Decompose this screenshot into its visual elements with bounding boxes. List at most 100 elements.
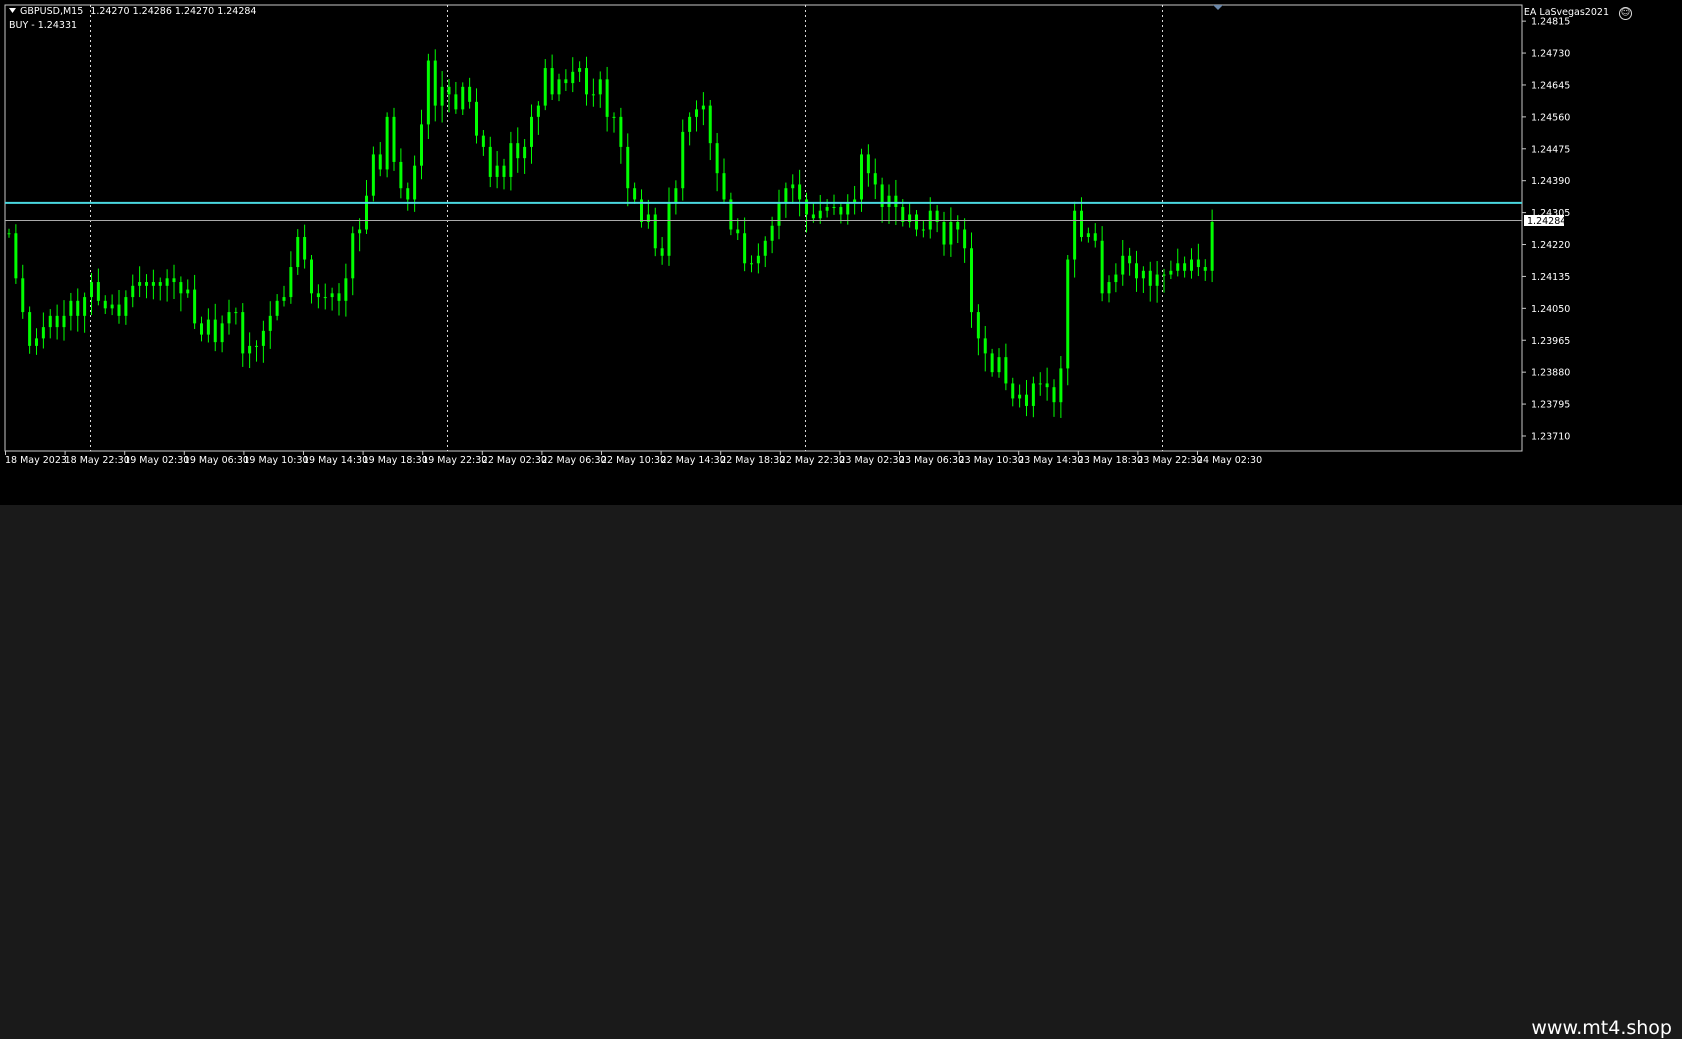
candle-body [495,165,499,177]
candle-body [873,173,877,185]
y-tick-label: 1.24560 [1531,112,1570,123]
candle-body [275,300,279,316]
candle-body [990,353,994,373]
ohlc-readout: 1.24270 1.24286 1.24270 1.24284 [90,6,257,17]
candle-body [1183,263,1187,271]
candle-body [193,289,197,324]
candle-body [516,143,520,159]
x-tick-label: 22 May 18:30 [720,455,785,466]
candle-body [963,229,967,249]
candle-body [784,188,788,204]
candle-body [481,135,485,147]
candle-body [371,154,375,196]
candle-body [1121,255,1125,275]
candle-body [1169,270,1173,275]
x-tick-label: 22 May 10:30 [601,455,666,466]
candle-body [626,146,630,189]
candle-body [756,255,760,264]
candle-body [69,300,73,316]
candle-body [811,214,815,219]
y-tick-label: 1.24135 [1531,272,1570,283]
candle-body [805,199,808,215]
x-tick-label: 18 May 2023 [5,455,67,466]
chart-title-row: GBPUSD,M15 1.24270 1.24286 1.24270 1.242… [8,6,256,17]
x-tick-label: 19 May 18:30 [363,455,428,466]
candle-body [90,282,93,298]
current-price-label: 1.24284 [1527,216,1566,227]
candle-body [14,233,18,279]
x-tick-label: 22 May 22:30 [780,455,845,466]
candle-body [653,214,657,249]
triangle-down-icon[interactable] [8,6,17,15]
candle-body [447,86,451,95]
price-chart[interactable]: 18 May 202318 May 22:3019 May 02:3019 Ma… [0,0,1682,505]
candle-body [866,154,870,174]
x-tick-label: 18 May 22:30 [65,455,130,466]
candle-body [426,60,430,125]
candle-body [1210,221,1214,271]
x-tick-label: 23 May 18:30 [1078,455,1143,466]
x-tick-label: 19 May 22:30 [422,455,487,466]
candle-body [1135,263,1138,279]
candle-body [337,293,341,301]
candle-body [378,154,382,170]
candle-body [1107,282,1111,294]
x-tick-label: 23 May 06:30 [899,455,964,466]
candle-body [172,278,176,283]
candle-body [612,116,616,118]
symbol-timeframe-label: GBPUSD,M15 [20,6,84,17]
candle-body [303,237,307,260]
y-tick-label: 1.24645 [1531,80,1570,91]
candle-body [310,259,313,294]
candle-body [62,315,66,328]
candle-body [1141,270,1145,279]
candle-body [557,79,561,95]
candle-body [1155,274,1159,286]
smiley-icon[interactable]: ☺ [1619,7,1632,20]
candle-body [1100,240,1104,294]
candle-body [860,154,863,200]
candle-body [1176,263,1180,271]
candle-body [1004,357,1008,384]
candle-body [1038,383,1042,385]
candle-body [227,312,231,324]
candle-body [1114,274,1118,283]
candle-body [261,330,265,346]
x-tick-label: 22 May 06:30 [541,455,606,466]
candle-body [901,206,905,222]
candle-body [241,312,245,354]
y-tick-label: 1.23965 [1531,336,1570,347]
candle-body [138,282,142,286]
chart-window[interactable]: 18 May 2023 18 May 22:30 19 May 02:30 19 Ma… [0,0,1682,505]
candle-body [131,285,135,298]
candle-body [28,312,32,346]
candle-body [770,225,774,241]
x-tick-label: 19 May 10:30 [243,455,308,466]
candle-body [344,278,348,301]
candle-body [894,195,898,207]
candle-body [825,206,829,211]
candle-body [983,338,987,354]
candle-body [633,188,637,200]
candle-body [268,315,272,331]
candle-body [440,86,444,106]
y-tick-label: 1.23710 [1531,431,1570,442]
candle-body [578,68,582,72]
candle-body [1203,267,1207,271]
candle-body [420,124,423,166]
candle-body [454,94,458,110]
x-tick-label: 22 May 14:30 [661,455,726,466]
candle-body [365,195,368,230]
candle-body [468,86,472,102]
candle-body [392,116,396,162]
candle-body [970,248,973,313]
candle-body [681,131,685,189]
candle-body [103,300,107,309]
candle-body [200,323,203,335]
candle-body [736,229,740,234]
candle-body [1190,259,1193,271]
candle-body [1080,210,1083,238]
y-tick-label: 1.24475 [1531,144,1570,155]
candle-body [942,221,946,245]
candle-body [213,319,217,343]
